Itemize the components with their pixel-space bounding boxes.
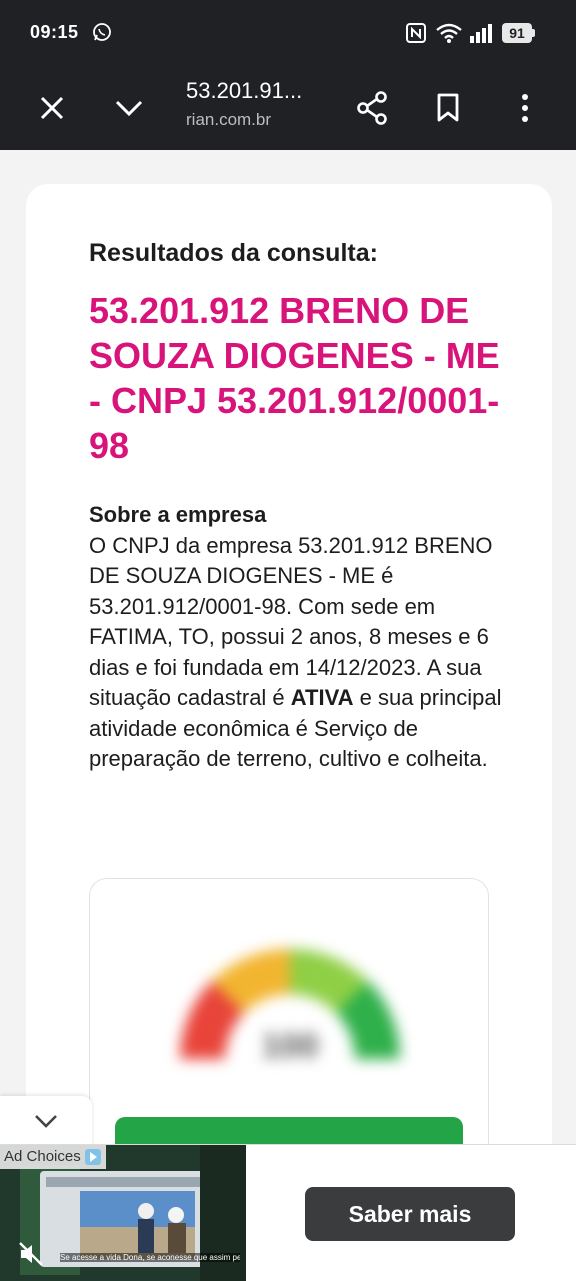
about-text-start: O CNPJ da empresa 53.201.912 BRENO DE SO… xyxy=(89,532,493,711)
ad-banner: Ad Choices Se acesse a vida Dona, se aco… xyxy=(0,1144,576,1281)
bookmark-icon xyxy=(437,93,459,122)
battery-tip xyxy=(532,29,535,37)
mute-icon[interactable] xyxy=(18,1241,44,1267)
wifi-icon xyxy=(436,23,462,43)
whatsapp-icon xyxy=(93,23,111,41)
company-title: 53.201.912 BRENO DE SOUZA DIOGENES - ME … xyxy=(89,290,500,466)
collapse-toolbar-button[interactable] xyxy=(107,86,151,130)
more-vertical-icon xyxy=(522,94,528,122)
page-url: rian.com.br xyxy=(186,110,272,129)
share-icon xyxy=(357,91,387,125)
ad-caption: Se acesse a vida Dona, se aconesse que a… xyxy=(60,1253,240,1262)
results-heading: Resultados da consulta: xyxy=(89,239,378,267)
ad-collapse-button[interactable] xyxy=(0,1096,92,1146)
learn-more-button[interactable]: Saber mais xyxy=(305,1187,515,1241)
status-bar: 09:15 91 xyxy=(0,0,576,66)
about-section: Sobre a empresa O CNPJ da empresa 53.201… xyxy=(89,500,509,775)
chevron-down-icon xyxy=(115,100,143,117)
more-options-button[interactable] xyxy=(503,86,547,130)
bookmark-button[interactable] xyxy=(426,86,470,130)
close-button[interactable] xyxy=(30,86,74,130)
about-heading: Sobre a empresa xyxy=(89,502,267,527)
page-title-block[interactable]: 53.201.91... rian.com.br xyxy=(186,76,336,130)
about-text: O CNPJ da empresa 53.201.912 BRENO DE SO… xyxy=(89,531,509,775)
page-title: 53.201.91... xyxy=(186,78,303,103)
nfc-icon xyxy=(406,23,426,43)
ad-choices-badge[interactable]: Ad Choices xyxy=(0,1145,106,1169)
status-active: ATIVA xyxy=(290,685,354,710)
score-gauge: 100 xyxy=(179,948,401,1065)
battery-indicator: 91 xyxy=(502,23,532,43)
browser-toolbar: 53.201.91... rian.com.br xyxy=(0,66,576,150)
chevron-down-icon xyxy=(35,1115,57,1128)
share-button[interactable] xyxy=(350,86,394,130)
close-icon xyxy=(40,96,64,120)
status-time: 09:15 xyxy=(30,22,79,42)
gauge-value: 100 xyxy=(262,1027,319,1065)
ad-video[interactable]: Ad Choices Se acesse a vida Dona, se aco… xyxy=(0,1145,246,1281)
ad-choices-label: Ad Choices xyxy=(4,1148,81,1165)
results-card: Resultados da consulta: 53.201.912 BRENO… xyxy=(26,184,552,1200)
signal-icon xyxy=(470,24,492,43)
adchoices-icon xyxy=(84,1149,101,1165)
